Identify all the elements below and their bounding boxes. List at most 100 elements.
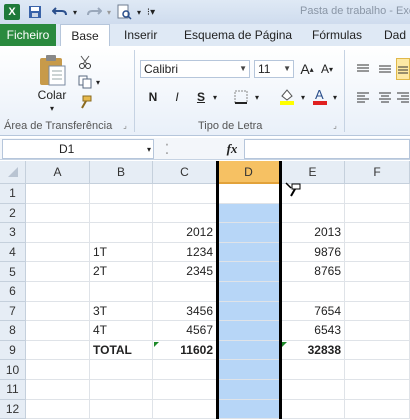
- cell-f3[interactable]: [345, 223, 410, 243]
- cell-d8[interactable]: [217, 321, 281, 341]
- print-dropdown-icon[interactable]: ▾: [134, 3, 144, 21]
- name-box-dropdown-icon[interactable]: ▾: [144, 141, 154, 157]
- cell-b5[interactable]: 2T: [90, 262, 153, 282]
- cell-f10[interactable]: [345, 360, 410, 380]
- cell-d5[interactable]: [217, 262, 281, 282]
- cell-d2[interactable]: [217, 203, 281, 224]
- align-bottom-icon[interactable]: [396, 58, 410, 80]
- cell-d11[interactable]: [217, 380, 281, 400]
- row-header-9[interactable]: 9: [0, 340, 26, 361]
- cell-f8[interactable]: [345, 321, 410, 341]
- align-right-icon[interactable]: [396, 88, 410, 106]
- cell-f2[interactable]: [345, 203, 410, 224]
- cell-b10[interactable]: [90, 360, 153, 380]
- row-header-6[interactable]: 6: [0, 282, 26, 302]
- insert-function-button[interactable]: fx: [222, 140, 242, 158]
- cell-e2[interactable]: [281, 203, 345, 224]
- row-header-8[interactable]: 8: [0, 321, 26, 341]
- cell-b9[interactable]: TOTAL: [90, 340, 153, 361]
- cell-d7[interactable]: [217, 301, 281, 322]
- cell-b8[interactable]: 4T: [90, 321, 153, 341]
- row-header-12[interactable]: 12: [0, 399, 26, 420]
- column-header-f[interactable]: F: [345, 161, 410, 184]
- cell-b12[interactable]: [90, 399, 153, 420]
- cell-b2[interactable]: [90, 203, 153, 224]
- cell-b7[interactable]: 3T: [90, 301, 153, 322]
- cell-f9[interactable]: [345, 340, 410, 361]
- cell-f5[interactable]: [345, 262, 410, 282]
- cell-b1[interactable]: [90, 184, 153, 204]
- cell-f12[interactable]: [345, 399, 410, 420]
- cell-e9[interactable]: 32838: [281, 340, 345, 361]
- cell-f7[interactable]: [345, 301, 410, 322]
- cell-b4[interactable]: 1T: [90, 242, 153, 263]
- cell-b6[interactable]: [90, 282, 153, 302]
- tab-file[interactable]: Ficheiro: [0, 24, 56, 46]
- excel-icon[interactable]: X: [4, 4, 20, 20]
- cell-e7[interactable]: 7654: [281, 301, 345, 322]
- cell-d10[interactable]: [217, 360, 281, 380]
- format-painter-icon[interactable]: [76, 94, 94, 110]
- row-header-10[interactable]: 10: [0, 360, 26, 380]
- cell-c3[interactable]: 2012: [153, 223, 217, 243]
- tab-home[interactable]: Base: [60, 24, 110, 46]
- row-header-2[interactable]: 2: [0, 203, 26, 224]
- cell-e6[interactable]: [281, 282, 345, 302]
- cell-e3[interactable]: 2013: [281, 223, 345, 243]
- cell-d12[interactable]: [217, 399, 281, 420]
- copy-dropdown-icon[interactable]: ▾: [94, 74, 102, 90]
- copy-icon[interactable]: [76, 74, 94, 90]
- redo-dropdown-icon[interactable]: ▾: [104, 3, 114, 21]
- row-header-4[interactable]: 4: [0, 242, 26, 263]
- cell-c11[interactable]: [153, 380, 217, 400]
- font-size-dropdown[interactable]: 11 ▼: [254, 60, 294, 78]
- name-box[interactable]: D1: [2, 139, 154, 159]
- undo-dropdown-icon[interactable]: ▾: [70, 3, 80, 21]
- paste-icon[interactable]: [32, 52, 72, 88]
- customize-qat-icon[interactable]: ⁝▾: [146, 3, 156, 21]
- cell-a3[interactable]: [26, 223, 90, 243]
- cut-icon[interactable]: [76, 54, 94, 70]
- select-all-corner[interactable]: [0, 161, 26, 184]
- row-header-7[interactable]: 7: [0, 301, 26, 322]
- column-header-d[interactable]: D: [217, 161, 281, 184]
- error-indicator-icon[interactable]: [282, 341, 287, 347]
- increase-font-size-icon[interactable]: A ▴: [298, 60, 316, 78]
- tab-page-layout[interactable]: Esquema de Página: [178, 24, 298, 46]
- cell-c2[interactable]: [153, 203, 217, 224]
- cell-e4[interactable]: 9876: [281, 242, 345, 263]
- tab-insert[interactable]: Inserir: [118, 24, 163, 46]
- cell-c7[interactable]: 3456: [153, 301, 217, 322]
- cell-c6[interactable]: [153, 282, 217, 302]
- formula-bar-grip-icon[interactable]: ⁚: [160, 140, 174, 158]
- align-middle-icon[interactable]: [376, 60, 394, 78]
- cell-f11[interactable]: [345, 380, 410, 400]
- row-header-1[interactable]: 1: [0, 184, 26, 204]
- cell-e8[interactable]: 6543: [281, 321, 345, 341]
- cell-e5[interactable]: 8765: [281, 262, 345, 282]
- align-center-icon[interactable]: [376, 88, 394, 106]
- decrease-font-size-icon[interactable]: A ▾: [318, 60, 336, 78]
- cell-f1[interactable]: [345, 184, 410, 204]
- cell-f4[interactable]: [345, 242, 410, 263]
- row-header-11[interactable]: 11: [0, 380, 26, 400]
- cell-d4[interactable]: [217, 242, 281, 263]
- font-color-icon[interactable]: A: [310, 86, 330, 106]
- row-header-5[interactable]: 5: [0, 262, 26, 282]
- cell-a7[interactable]: [26, 301, 90, 322]
- cell-c1[interactable]: [153, 184, 217, 204]
- formula-input[interactable]: [244, 139, 410, 159]
- cell-d6[interactable]: [217, 282, 281, 302]
- cell-a2[interactable]: [26, 203, 90, 224]
- cell-e12[interactable]: [281, 399, 345, 420]
- undo-icon[interactable]: [50, 3, 70, 21]
- error-indicator-icon[interactable]: [154, 341, 159, 347]
- borders-icon[interactable]: [230, 88, 252, 106]
- cell-c8[interactable]: 4567: [153, 321, 217, 341]
- tab-formulas[interactable]: Fórmulas: [306, 24, 368, 46]
- column-header-b[interactable]: B: [90, 161, 153, 184]
- print-preview-icon[interactable]: [114, 3, 134, 21]
- tab-data[interactable]: Dad: [378, 24, 410, 46]
- column-header-c[interactable]: C: [153, 161, 217, 184]
- cell-a11[interactable]: [26, 380, 90, 400]
